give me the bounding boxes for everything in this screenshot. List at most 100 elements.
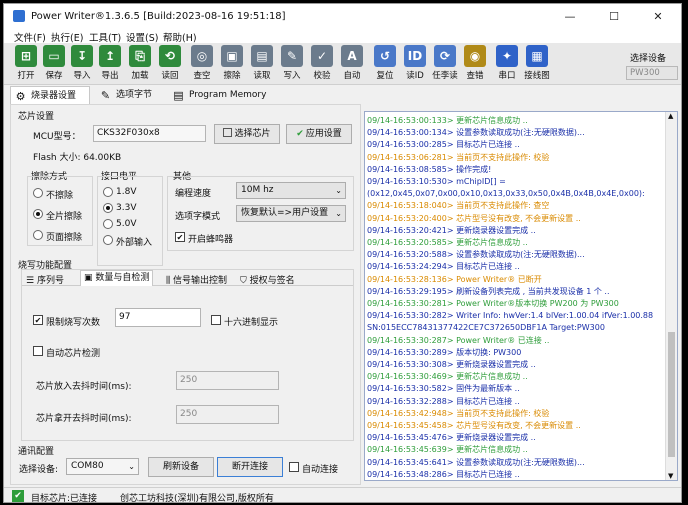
- insert-debounce-label: 芯片放入去抖时间(ms):: [36, 382, 132, 392]
- apply-settings-label: 应用设置: [305, 129, 342, 139]
- insert-debounce-field[interactable]: 250: [176, 371, 279, 390]
- burn-subtabs: ☰ 序列号 ▣ 数量与自检测 ⫼ 信号输出控制 ⛉ 授权与签名: [22, 270, 353, 286]
- log-line: 09/14-16:53:42:948> 当前页不支持此操作: 校验: [367, 408, 550, 418]
- connected-check-icon: ✔: [12, 490, 24, 502]
- menu-settings[interactable]: 设置(S): [126, 30, 158, 44]
- voltage-3v3-label: 3.3V: [116, 203, 137, 213]
- device-select[interactable]: PW300: [626, 66, 678, 80]
- tab-option-bytes[interactable]: ✎ 选项字节: [96, 86, 166, 104]
- title-bar: Power Writer®1.3.6.5 [Build:2023-08-16 1…: [4, 4, 681, 29]
- toolbar-button-read[interactable]: ▤ 读取: [249, 45, 275, 81]
- tab-programmer-settings[interactable]: ⚙ 烧录器设置: [10, 86, 90, 104]
- hex-label: 十六进制显示: [224, 318, 279, 328]
- tab-label: 选项字节: [116, 90, 153, 100]
- toolbar-button-task-read[interactable]: ⟳ 任李读: [432, 45, 458, 81]
- log-line: 09/14-16:53:45:639> 更新芯片信息成功 ..: [367, 445, 528, 455]
- voltage-3v3-radio[interactable]: [103, 203, 113, 213]
- hex-checkbox[interactable]: [211, 315, 221, 325]
- toolbar-button-load[interactable]: ⎘ 加载: [127, 45, 153, 81]
- toolbar-button-read-back[interactable]: ⟲ 读回: [157, 45, 183, 81]
- auto-detect-label: 自动芯片检测: [46, 349, 101, 359]
- toolbar-button-serial-port[interactable]: ✦ 串口: [494, 45, 520, 81]
- toolbar-button-auto[interactable]: A 自动: [339, 45, 365, 81]
- log-scrollbar[interactable]: ▲ ▼: [665, 112, 677, 480]
- log-line: 09/14-16:53:20:588> 设置参数读取成功(注:无硬限数据)...: [367, 250, 585, 260]
- erase-none-radio[interactable]: [33, 188, 43, 198]
- toolbar-button-wiring-diagram[interactable]: ▦ 接线图: [524, 45, 550, 81]
- apply-settings-button[interactable]: ✔ 应用设置: [286, 124, 352, 144]
- main-tabs: ⚙ 烧录器设置 ✎ 选项字节 ▤ Program Memory: [4, 85, 361, 104]
- select-chip-button[interactable]: 选择芯片: [214, 124, 280, 144]
- tab-program-memory[interactable]: ▤ Program Memory: [169, 86, 269, 104]
- tab-label: Program Memory: [189, 90, 267, 100]
- menu-file[interactable]: 文件(F): [14, 30, 46, 44]
- auto-detect-checkbox[interactable]: [33, 346, 43, 356]
- subtab-license[interactable]: ⛉ 授权与签名: [240, 273, 295, 286]
- toolbar-button-verify[interactable]: ✓ 校验: [309, 45, 335, 81]
- menu-help[interactable]: 帮助(H): [163, 30, 197, 44]
- log-pane[interactable]: 09/14-16:53:00:133> 更新芯片信息成功 .. 09/14-16:…: [364, 111, 678, 481]
- write-icon: ✎: [281, 45, 303, 67]
- reset-icon: ↺: [374, 45, 396, 67]
- log-line: 09/14-16:53:30:281> Power Writer®版本切换 PW…: [367, 299, 619, 308]
- log-line: 09/14-16:53:00:133> 更新芯片信息成功 ..: [367, 116, 528, 125]
- toolbar-button-error-check[interactable]: ◉ 查错: [462, 45, 488, 81]
- option-mode-select[interactable]: 恢复默认=>用户设置 ⌄: [236, 205, 346, 222]
- toolbar-button-erase[interactable]: ▣ 擦除: [219, 45, 245, 81]
- voltage-5v-label: 5.0V: [116, 219, 137, 229]
- remove-debounce-field[interactable]: 250: [176, 405, 279, 424]
- subtab-quantity[interactable]: ▣ 数量与自检测: [80, 270, 154, 286]
- voltage-external-label: 外部输入: [116, 238, 153, 248]
- counter-icon: ▣: [84, 273, 96, 283]
- toolbar-button-export[interactable]: ↥ 导出: [97, 45, 123, 81]
- task-read-icon: ⟳: [434, 45, 456, 67]
- comm-group-label: 通讯配置: [18, 444, 55, 457]
- toolbar-button-label: 接线图: [524, 71, 550, 81]
- scroll-up-icon[interactable]: ▲: [668, 112, 673, 120]
- gear-icon: ⚙: [15, 90, 26, 103]
- disconnect-button[interactable]: 断开连接: [217, 457, 283, 477]
- toolbar-button-read-id[interactable]: ID 读ID: [402, 45, 428, 81]
- minimize-button[interactable]: —: [548, 4, 592, 29]
- erase-page-radio[interactable]: [33, 230, 43, 240]
- copyright: 创芯工坊科技(深圳)有限公司,版权所有: [120, 494, 274, 503]
- toolbar-button-write[interactable]: ✎ 写入: [279, 45, 305, 81]
- log-line: 09/14-16:53:32:288> 目标芯片已连接 ..: [367, 396, 520, 406]
- menu-tools[interactable]: 工具(T): [89, 30, 121, 44]
- load-icon: ⎘: [129, 45, 151, 67]
- maximize-button[interactable]: ☐: [592, 4, 636, 29]
- log-line: 09/14-16:53:45:641> 设置参数读取成功(注:无硬限数据)...: [367, 457, 585, 467]
- buzzer-label: 开启蜂鸣器: [188, 235, 234, 245]
- scroll-down-icon[interactable]: ▼: [668, 472, 673, 480]
- log-line: (0x12,0x45,0x07,0x00,0x10,0x13,0x33,0x50…: [367, 189, 645, 199]
- menu-execute[interactable]: 执行(E): [51, 30, 83, 44]
- limit-checkbox[interactable]: ✔: [33, 315, 43, 325]
- toolbar-button-reset[interactable]: ↺ 复位: [372, 45, 398, 81]
- auto-connect-label: 自动连接: [302, 465, 339, 475]
- limit-field[interactable]: 97: [115, 308, 201, 327]
- chevron-down-icon: ⌄: [335, 186, 342, 195]
- toolbar-button-blank-check[interactable]: ◎ 查空: [189, 45, 215, 81]
- subtab-signal[interactable]: ⫼ 信号输出控制: [166, 273, 227, 286]
- refresh-devices-button[interactable]: 刷新设备: [148, 457, 214, 477]
- read-icon: ▤: [251, 45, 273, 67]
- voltage-external-radio[interactable]: [103, 235, 113, 245]
- folder-open-icon: ⊞: [15, 45, 37, 67]
- voltage-1v8-radio[interactable]: [103, 187, 113, 197]
- chip-icon: [223, 128, 233, 137]
- speed-select[interactable]: 10M hz ⌄: [236, 182, 346, 199]
- scroll-thumb[interactable]: [668, 332, 675, 457]
- voltage-5v-radio[interactable]: [103, 219, 113, 229]
- blank-check-icon: ◎: [191, 45, 213, 67]
- buzzer-checkbox[interactable]: ✔: [175, 232, 185, 242]
- mcu-field[interactable]: CKS32F030x8: [93, 125, 206, 142]
- log-line: 09/14-16:53:30:282> Writer Info: hwVer:1…: [367, 311, 654, 321]
- comm-device-select[interactable]: COM80 ⌄: [66, 458, 139, 475]
- subtab-serial[interactable]: ☰ 序列号: [26, 273, 64, 286]
- close-button[interactable]: ✕: [636, 4, 680, 29]
- auto-connect-checkbox[interactable]: [289, 462, 299, 472]
- log-line: 09/14-16:53:00:134> 设置参数读取成功(注:无硬限数据)...: [367, 128, 585, 138]
- erase-icon: ▣: [221, 45, 243, 67]
- log-line: 09/14-16:53:20:585> 更新芯片信息成功 ..: [367, 238, 528, 247]
- erase-full-radio[interactable]: [33, 209, 43, 219]
